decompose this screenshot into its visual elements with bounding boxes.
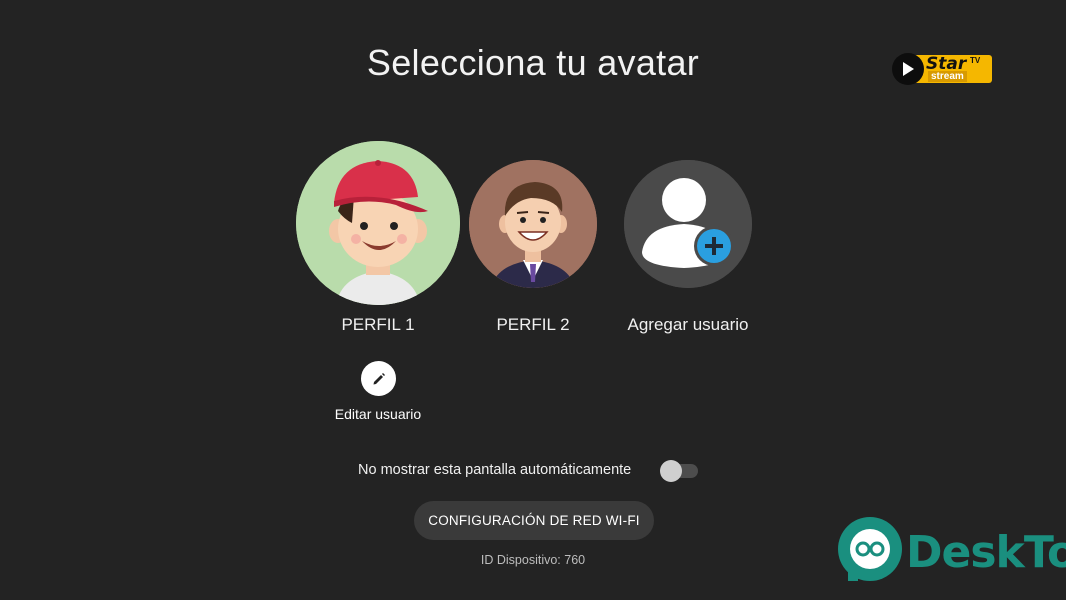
startv-stream-logo: Star TV stream [892, 53, 992, 85]
edit-user-button[interactable] [361, 361, 396, 396]
wifi-config-button[interactable]: CONFIGURACIÓN DE RED WI-FI [414, 501, 654, 540]
toggle-knob [660, 460, 682, 482]
logo-tv-text: TV [970, 56, 981, 65]
boy-red-cap-avatar[interactable] [296, 141, 460, 305]
pencil-icon [373, 372, 385, 384]
add-user-icon[interactable] [624, 160, 752, 288]
avatar-selection-screen: Selecciona tu avatar Star TV stream PERF… [0, 0, 1066, 600]
edit-user-label: Editar usuario [334, 406, 422, 422]
play-icon [892, 53, 924, 85]
watermark-logo-icon [838, 517, 902, 581]
auto-hide-toggle[interactable] [660, 460, 698, 482]
add-user-label: Agregar usuario [627, 315, 749, 334]
add-user-profile[interactable] [624, 160, 752, 288]
profile-2[interactable] [469, 160, 597, 288]
businessman-avatar[interactable] [469, 160, 597, 288]
profile-1-name: PERFIL 1 [341, 315, 415, 334]
profile-2-name: PERFIL 2 [496, 315, 570, 334]
desktop-watermark: DeskTop [838, 517, 1066, 583]
watermark-text: DeskTop [906, 527, 1066, 578]
auto-hide-label: No mostrar esta pantalla automáticamente [358, 462, 632, 478]
profile-1[interactable] [296, 141, 460, 305]
logo-stream-text: stream [928, 71, 967, 82]
